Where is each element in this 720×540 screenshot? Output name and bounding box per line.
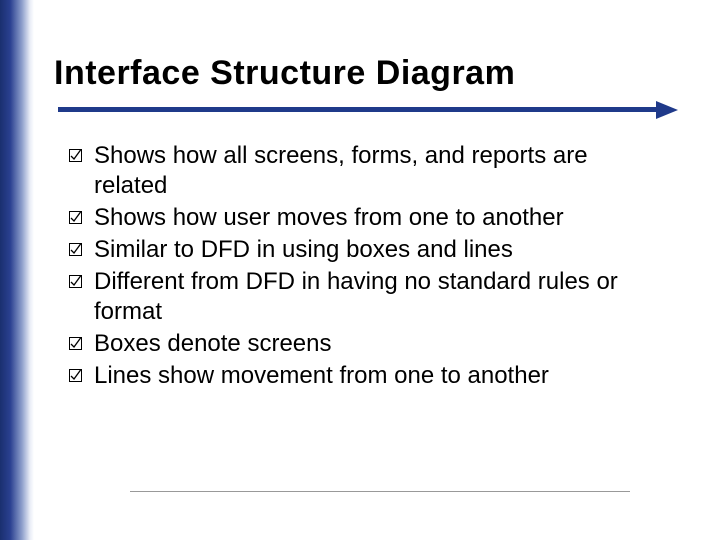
underline-bar xyxy=(58,107,660,112)
checkbox-bullet-icon xyxy=(68,148,82,162)
list-item: Shows how all screens, forms, and report… xyxy=(68,141,660,201)
checkbox-bullet-icon xyxy=(68,336,82,350)
underline-arrow-icon xyxy=(656,101,678,119)
checkbox-bullet-icon xyxy=(68,274,82,288)
slide-content: Interface Structure Diagram Shows how al… xyxy=(54,54,690,393)
list-item: Different from DFD in having no standard… xyxy=(68,267,660,327)
left-gradient-bar xyxy=(0,0,34,540)
bullet-text: Shows how all screens, forms, and report… xyxy=(94,141,660,201)
checkbox-bullet-icon xyxy=(68,242,82,256)
list-item: Shows how user moves from one to another xyxy=(68,203,660,233)
footer-divider xyxy=(130,491,630,492)
bullet-text: Different from DFD in having no standard… xyxy=(94,267,660,327)
bullet-text: Lines show movement from one to another xyxy=(94,361,549,391)
title-underline xyxy=(58,103,680,117)
bullet-text: Shows how user moves from one to another xyxy=(94,203,564,233)
list-item: Similar to DFD in using boxes and lines xyxy=(68,235,660,265)
bullet-text: Similar to DFD in using boxes and lines xyxy=(94,235,513,265)
checkbox-bullet-icon xyxy=(68,368,82,382)
list-item: Lines show movement from one to another xyxy=(68,361,660,391)
list-item: Boxes denote screens xyxy=(68,329,660,359)
bullet-text: Boxes denote screens xyxy=(94,329,331,359)
checkbox-bullet-icon xyxy=(68,210,82,224)
slide-title: Interface Structure Diagram xyxy=(54,54,690,93)
bullet-list: Shows how all screens, forms, and report… xyxy=(68,141,660,391)
